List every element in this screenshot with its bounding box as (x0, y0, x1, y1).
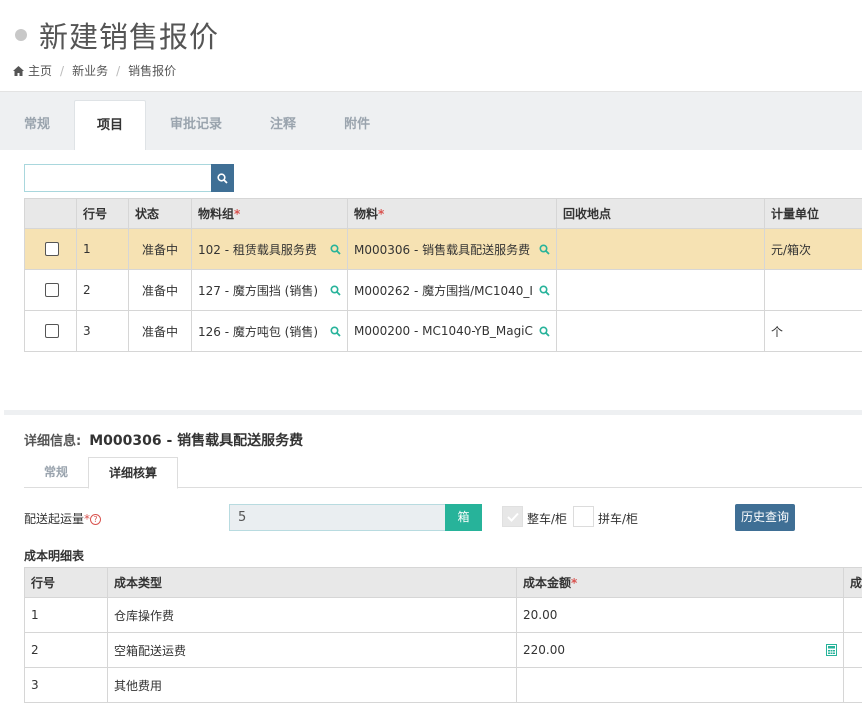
col-group: 物料组* (191, 198, 348, 229)
row-unit: 元/箱次 (764, 228, 862, 270)
row-location[interactable] (556, 310, 765, 352)
table-row[interactable]: 1 仓库操作费 20.00 (24, 597, 862, 633)
col-cost-type: 成本类型 (107, 567, 517, 598)
start-qty-input[interactable]: 5 (229, 504, 446, 531)
subtab-general[interactable]: 常规 (24, 457, 88, 488)
row-status: 准备中 (128, 269, 192, 311)
items-header-row: 行号 状态 物料组* 物料* 回收地点 计量单位 (24, 198, 862, 229)
col-select (24, 198, 77, 229)
cost-type: 仓库操作费 (107, 597, 517, 633)
tab-general[interactable]: 常规 (0, 100, 74, 150)
tab-approval-log[interactable]: 审批记录 (146, 100, 246, 150)
row-group: 102 - 租赁载具服务费 (198, 242, 317, 257)
lookup-icon[interactable] (539, 325, 550, 337)
search-button[interactable] (211, 164, 234, 192)
lookup-icon[interactable] (330, 325, 341, 337)
title-wrap: 新建销售报价 (15, 14, 219, 56)
detail-label: 详细信息: (24, 434, 82, 449)
row-status: 准备中 (128, 310, 192, 352)
table-row[interactable]: 2 准备中 127 - 魔方围挡 (销售) M000262 - 魔方围挡/MC1… (24, 269, 862, 311)
lookup-icon[interactable] (330, 284, 341, 296)
full-load-label: 整车/柜 (527, 512, 568, 526)
tab-items[interactable]: 项目 (74, 100, 147, 150)
cost-line: 3 (24, 667, 108, 703)
row-status: 准备中 (128, 228, 192, 270)
check-icon (506, 512, 519, 522)
help-icon[interactable]: ? (90, 514, 102, 525)
page-title: 新建销售报价 (39, 20, 220, 54)
row-location[interactable] (556, 228, 765, 270)
partial-load-label: 拼车/柜 (598, 512, 639, 526)
row-material: M000200 - MC1040-YB_MagiC (354, 324, 533, 338)
calculator-icon[interactable] (826, 644, 837, 656)
cost-line: 2 (24, 632, 108, 668)
search-input[interactable] (24, 164, 212, 192)
table-row[interactable]: 3 准备中 126 - 魔方吨包 (销售) M000200 - MC1040-Y… (24, 310, 862, 352)
row-checkbox[interactable] (45, 242, 59, 257)
history-query-button[interactable]: 历史查询 (735, 504, 795, 531)
qty-unit-addon: 箱 (445, 504, 482, 531)
breadcrumb-new-business[interactable]: 新业务 (72, 62, 108, 79)
col-unit: 计量单位 (764, 198, 862, 229)
table-row[interactable]: 3 其他费用 (24, 667, 862, 703)
search-icon (217, 172, 228, 184)
breadcrumb-sales-quote: 销售报价 (128, 64, 177, 78)
cost-amount[interactable]: 20.00 (516, 597, 844, 633)
row-group: 126 - 魔方吨包 (销售) (198, 324, 319, 339)
title-dot-icon (15, 29, 27, 41)
main-tabs: 常规 项目 审批记录 注释 附件 (0, 100, 394, 150)
start-qty-label: 配送起运量*? (24, 510, 102, 527)
breadcrumb: 主页 / 新业务 / 销售报价 (13, 62, 176, 79)
row-line: 2 (76, 269, 129, 311)
col-status: 状态 (128, 198, 192, 229)
lookup-icon[interactable] (539, 243, 550, 255)
cost-type: 空箱配送运费 (107, 632, 517, 668)
cost-header-row: 行号 成本类型 成本金额* 成本 (24, 567, 862, 598)
page-header: 新建销售报价 主页 / 新业务 / 销售报价 (0, 0, 862, 92)
table-row[interactable]: 2 空箱配送运费 220.00 (24, 632, 862, 668)
cost-amount[interactable] (516, 667, 844, 703)
full-load-checkbox[interactable] (502, 506, 523, 527)
cost-type: 其他费用 (107, 667, 517, 703)
row-unit: 个 (764, 310, 862, 352)
tab-notes[interactable]: 注释 (246, 100, 320, 150)
col-location: 回收地点 (556, 198, 765, 229)
row-material: M000262 - 魔方围挡/MC1040_I (354, 283, 533, 298)
cost-amount[interactable]: 220.00 (523, 643, 565, 657)
partial-load-checkbox[interactable] (573, 506, 594, 527)
row-checkbox[interactable] (45, 324, 59, 339)
detail-title: 详细信息: M000306 - 销售载具配送服务费 (24, 430, 303, 450)
items-table: 行号 状态 物料组* 物料* 回收地点 计量单位 1 准备中 102 - 租赁载… (24, 198, 862, 352)
subtab-detail-calc[interactable]: 详细核算 (88, 457, 179, 489)
detail-subtabs: 常规 详细核算 (24, 457, 862, 489)
row-unit (764, 269, 862, 311)
col-cost-amount: 成本金额* (516, 567, 844, 598)
lookup-icon[interactable] (539, 284, 550, 296)
lookup-icon[interactable] (330, 243, 341, 255)
row-line: 1 (76, 228, 129, 270)
row-location[interactable] (556, 269, 765, 311)
row-checkbox[interactable] (45, 283, 59, 298)
detail-value: M000306 - 销售载具配送服务费 (89, 433, 304, 449)
tab-attachments[interactable]: 附件 (320, 100, 394, 150)
row-material: M000306 - 销售载具配送服务费 (354, 242, 531, 257)
home-icon (13, 65, 24, 76)
col-cost-extra: 成本 (843, 567, 862, 598)
breadcrumb-home[interactable]: 主页 (28, 62, 52, 79)
row-group: 127 - 魔方围挡 (销售) (198, 283, 319, 298)
table-row[interactable]: 1 准备中 102 - 租赁载具服务费 M000306 - 销售载具配送服务费 … (24, 228, 862, 270)
cost-line: 1 (24, 597, 108, 633)
cost-table: 行号 成本类型 成本金额* 成本 1 仓库操作费 20.00 2 空箱配送运费 … (24, 567, 862, 703)
row-line: 3 (76, 310, 129, 352)
col-line: 行号 (76, 198, 129, 229)
section-divider (4, 410, 862, 415)
cost-table-title: 成本明细表 (24, 549, 85, 563)
col-cost-line: 行号 (24, 567, 108, 598)
col-material: 物料* (347, 198, 557, 229)
